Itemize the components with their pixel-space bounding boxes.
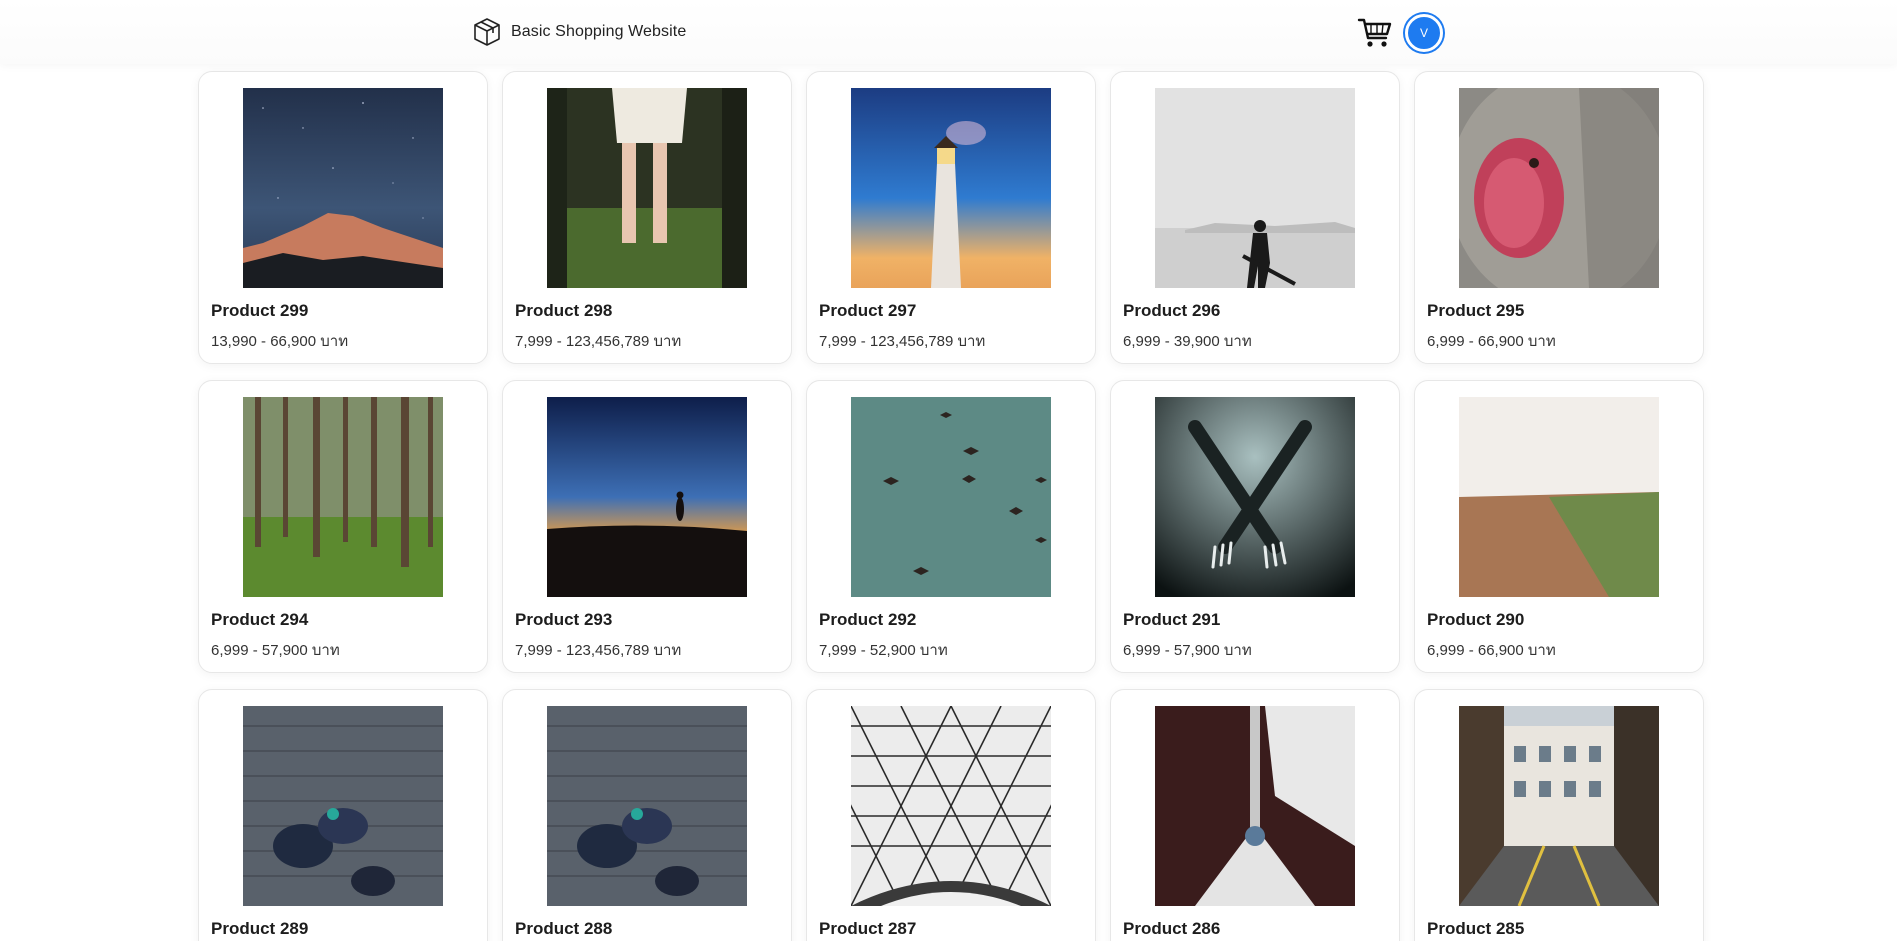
product-card[interactable]: Product 287 [806,689,1096,941]
product-card[interactable]: Product 294 6,999 - 57,900 บาท [198,380,488,673]
product-name: Product 294 [211,610,309,629]
product-card[interactable]: Product 291 6,999 - 57,900 บาท [1110,380,1400,673]
product-image [851,397,1051,597]
user-avatar[interactable]: V [1405,14,1443,52]
product-card[interactable]: Product 290 6,999 - 66,900 บาท [1414,380,1704,673]
product-name: Product 297 [819,301,917,320]
product-name: Product 290 [1427,610,1525,629]
product-image [547,88,747,288]
product-price: 7,999 - 52,900 บาท [819,642,948,659]
avatar-initial: V [1419,26,1428,40]
product-image [1459,397,1659,597]
site-title: Basic Shopping Website [511,23,687,40]
product-price: 13,990 - 66,900 บาท [211,333,349,350]
product-name: Product 292 [819,610,917,629]
product-name: Product 289 [211,919,309,938]
product-card[interactable]: Product 297 7,999 - 123,456,789 บาท [806,71,1096,364]
product-name: Product 296 [1123,301,1221,320]
product-price: 7,999 - 123,456,789 บาท [819,333,986,350]
product-name: Product 286 [1123,919,1221,938]
product-card[interactable]: Product 295 6,999 - 66,900 บาท [1414,71,1704,364]
product-card[interactable]: Product 299 13,990 - 66,900 บาท [198,71,488,364]
cart-icon[interactable] [1357,14,1393,50]
product-image [1155,88,1355,288]
product-image [851,706,1051,906]
product-price: 6,999 - 57,900 บาท [211,642,340,659]
product-image [243,397,443,597]
product-card[interactable]: Product 288 [502,689,792,941]
product-price: 6,999 - 39,900 บาท [1123,333,1252,350]
product-card[interactable]: Product 298 7,999 - 123,456,789 บาท [502,71,792,364]
product-name: Product 293 [515,610,613,629]
product-image [547,397,747,597]
product-card[interactable]: Product 296 6,999 - 39,900 บาท [1110,71,1400,364]
product-name: Product 288 [515,919,613,938]
box-icon [474,18,500,46]
product-name: Product 291 [1123,610,1221,629]
product-card[interactable]: Product 293 7,999 - 123,456,789 บาท [502,380,792,673]
product-image [851,88,1051,288]
product-card[interactable]: Product 289 [198,689,488,941]
product-image [1459,88,1659,288]
product-grid: Product 299 13,990 - 66,900 บาท Product … [198,71,1704,941]
site-header: Basic Shopping Website V [0,0,1897,64]
product-price: 7,999 - 123,456,789 บาท [515,333,682,350]
product-name: Product 285 [1427,919,1525,938]
product-image [1459,706,1659,906]
product-image [243,88,443,288]
brand-link[interactable]: Basic Shopping Website [471,16,686,48]
product-card[interactable]: Product 286 [1110,689,1400,941]
product-image [1155,706,1355,906]
product-price: 6,999 - 57,900 บาท [1123,642,1252,659]
product-name: Product 295 [1427,301,1525,320]
product-name: Product 299 [211,301,309,320]
product-image [1155,397,1355,597]
product-price: 6,999 - 66,900 บาท [1427,642,1556,659]
product-image [547,706,747,906]
product-price: 6,999 - 66,900 บาท [1427,333,1556,350]
product-name: Product 287 [819,919,917,938]
product-card[interactable]: Product 285 [1414,689,1704,941]
product-image [243,706,443,906]
product-price: 7,999 - 123,456,789 บาท [515,642,682,659]
product-card[interactable]: Product 292 7,999 - 52,900 บาท [806,380,1096,673]
product-name: Product 298 [515,301,613,320]
